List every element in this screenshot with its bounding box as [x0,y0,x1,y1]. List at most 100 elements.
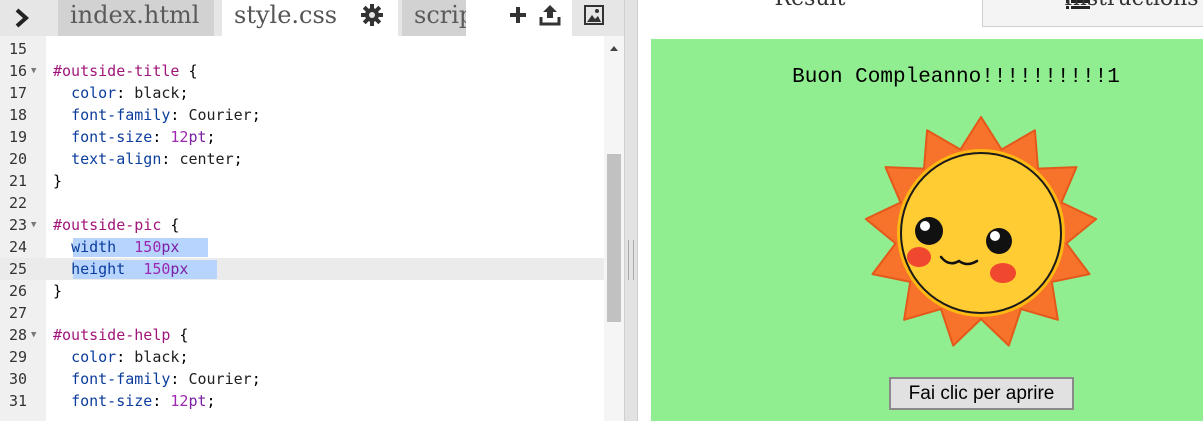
line-number: 24 [8,238,27,256]
code-line[interactable]: 25 height: 150px; [0,258,604,280]
code-text: text-align: center; [71,150,243,168]
code-line[interactable]: 30 font-family: Courier; [0,368,604,390]
code-line[interactable]: 29 color: black; [0,346,604,368]
right-cheek [990,263,1016,283]
code-line[interactable]: 21} [0,170,604,192]
css-selector: #outside-help [53,326,171,344]
code-text: font-size: 12pt; [71,392,216,410]
file-list-toggle[interactable] [0,0,44,36]
css-property: height [71,260,126,278]
editor-toolbar [466,0,604,36]
line-number: 18 [8,106,27,124]
code-text: } [53,280,62,302]
gear-icon[interactable] [360,3,384,27]
code-line[interactable]: 24 width: 150px; [0,236,604,258]
upload-icon[interactable] [538,3,562,27]
code-editor[interactable]: 14}1516▼#outside-title {17 color: black;… [0,36,624,421]
code-line[interactable]: 22 [0,192,604,214]
code-punct: { [179,62,198,80]
css-property: font-family [71,106,171,124]
scroll-up-arrow-icon[interactable] [610,46,618,51]
code-text: color: black; [71,84,189,102]
line-number: 31 [8,392,27,410]
scrollbar-thumb[interactable] [607,154,621,322]
image-icon[interactable] [582,3,606,27]
line-number: 27 [8,304,27,322]
plus-icon[interactable] [506,3,530,27]
code-text: } [53,170,62,192]
tab-label: script [414,1,470,29]
code-punct: { [170,326,189,344]
css-number: 150 [134,238,162,256]
code-line[interactable]: 19 font-size: 12pt; [0,126,604,148]
code-line[interactable]: 20 text-align: center; [0,148,604,170]
fold-arrow-icon[interactable]: ▼ [31,324,36,346]
right-eye-shine [990,231,1000,241]
fold-arrow-icon[interactable]: ▼ [31,214,36,236]
fold-arrow-icon[interactable]: ▼ [31,60,36,82]
css-property: color [71,84,117,102]
css-property: color [71,348,117,366]
code-text: #outside-help { [53,324,188,346]
app-window: index.html style.css scrip 15 16 ▼ #outs… [0,0,1203,421]
code-text: width: 150px; [53,236,208,258]
css-number: 12 [170,392,189,410]
code-line[interactable]: 27 [0,302,604,324]
css-selector: #outside-pic [53,216,162,234]
code-line[interactable]: 15 [0,38,604,60]
css-number: 12 [170,128,189,146]
line-number: 21 [8,172,27,190]
code-lines: 14}1516▼#outside-title {17 color: black;… [0,36,604,412]
chevron-right-icon [15,8,30,28]
css-value: Courier [188,106,252,124]
line-number: 15 [8,40,27,58]
line-number: 19 [8,128,27,146]
open-card-button[interactable]: Fai clic per aprire [889,377,1074,410]
css-unit: px [161,238,180,256]
css-property: font-size [71,128,153,146]
tab-result[interactable]: Result [638,0,983,27]
tab-label: Instructions [1064,0,1199,11]
tab-instructions[interactable]: Instructions [984,0,1203,27]
code-line[interactable]: 16 ▼ #outside-title { [0,60,604,82]
css-property: text-align [71,150,162,168]
tab-script[interactable]: script [402,0,470,36]
css-property: font-size [71,392,153,410]
code-text: height: 150px; [53,258,217,280]
left-eye [915,217,943,245]
code-line[interactable]: 26} [0,280,604,302]
line-number: 17 [8,84,27,102]
editor-scrollbar[interactable] [604,36,624,421]
grip-icon [628,240,634,280]
code-text: font-size: 12pt; [71,128,216,146]
css-value: black [134,348,180,366]
code-punct: } [53,282,63,300]
line-number: 30 [8,370,27,388]
css-property: font-family [71,370,171,388]
css-unit: pt [188,128,207,146]
line-number: 20 [8,150,27,168]
code-text: font-family: Courier; [71,106,261,124]
css-property: width [71,238,117,256]
code-line[interactable]: 23 ▼ #outside-pic { [0,214,604,236]
line-number: 29 [8,348,27,366]
code-line[interactable]: 18 font-family: Courier; [0,104,604,126]
line-number: 23 [8,216,27,234]
code-line[interactable]: 17 color: black; [0,82,604,104]
editor-tab-bar: index.html style.css scrip [0,0,624,36]
editor-pane: index.html style.css scrip 15 16 ▼ #outs… [0,0,624,421]
code-line[interactable]: 28 ▼ #outside-help { [0,324,604,346]
pane-resize-handle[interactable] [624,0,638,421]
code-line[interactable]: 31 font-size: 12pt; [0,390,604,412]
code-punct: { [161,216,180,234]
tab-label: Result [775,0,846,11]
result-tab-bar: Result Instructions [638,0,1203,27]
code-text: #outside-pic { [53,214,179,236]
line-number: 26 [8,282,27,300]
outside-title: Buon Compleanno!!!!!!!!!!1 [792,66,1120,89]
css-value: black [134,84,180,102]
tab-label: index.html [70,1,200,29]
tab-index-html[interactable]: index.html [58,0,214,36]
left-cheek [907,247,931,267]
line-number: 25 [8,260,27,278]
